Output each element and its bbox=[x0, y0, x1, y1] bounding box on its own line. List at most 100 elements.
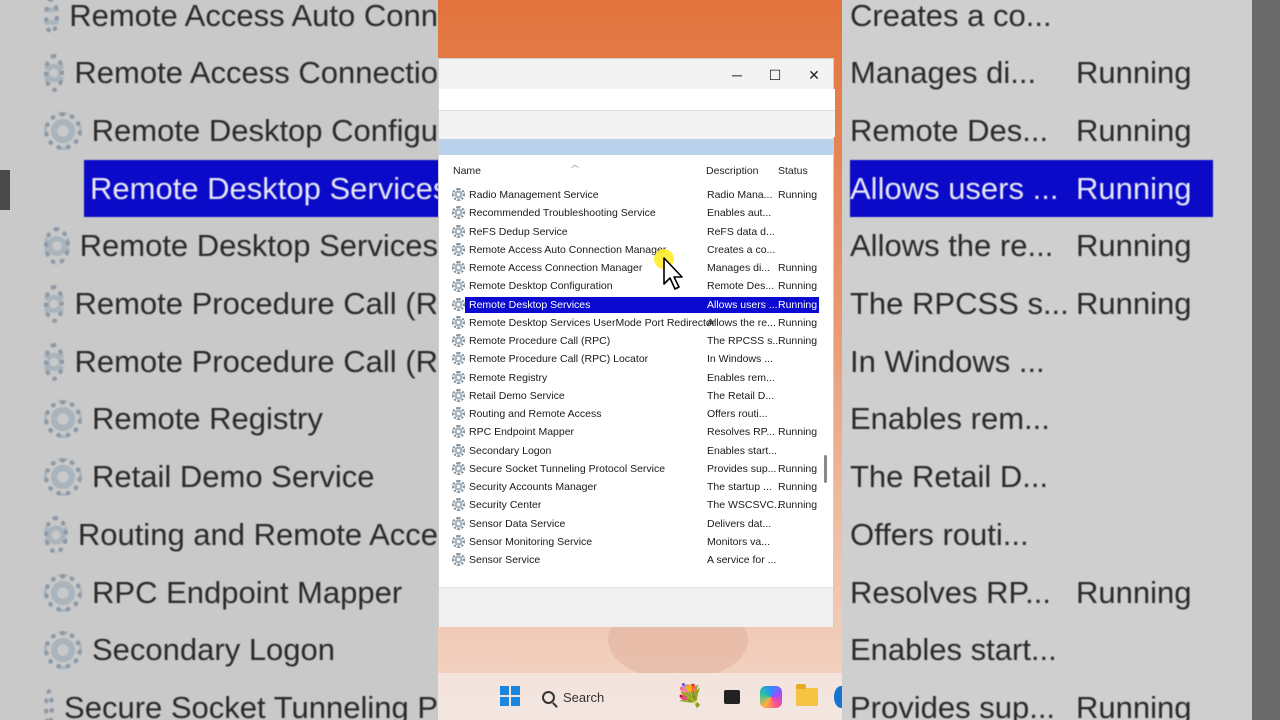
service-row[interactable]: Secure Socket Tunneling Protocol Service… bbox=[451, 460, 819, 478]
service-row[interactable]: Secondary Logon Enables start... bbox=[451, 442, 819, 460]
gear-icon bbox=[452, 480, 465, 493]
background-service-row: The RPCSS s... Running bbox=[850, 276, 1213, 333]
mouse-pointer-icon bbox=[663, 257, 683, 290]
file-explorer-icon[interactable] bbox=[796, 684, 818, 706]
background-service-row: Allows the re... Running bbox=[850, 218, 1213, 275]
title-bar[interactable]: ─ ☐ ✕ bbox=[439, 59, 833, 89]
service-description: Creates a co... bbox=[707, 243, 776, 256]
desktop-strip: ─ ☐ ✕ ︿ Name Description Status Radio Ma… bbox=[438, 0, 842, 720]
service-row[interactable]: Sensor Service A service for ... bbox=[451, 551, 819, 569]
minimize-button[interactable]: ─ bbox=[725, 63, 749, 87]
background-status: Running bbox=[1076, 228, 1192, 264]
background-description: Remote Des... bbox=[850, 112, 1049, 148]
service-description: Offers routi... bbox=[707, 408, 768, 420]
service-row[interactable]: Remote Registry Enables rem... bbox=[451, 369, 819, 387]
service-row[interactable]: Remote Desktop Configuration Remote Des..… bbox=[451, 277, 819, 295]
background-description: Allows the re... bbox=[850, 228, 1054, 264]
background-service-row: In Windows ... bbox=[850, 333, 1213, 390]
service-row[interactable]: Retail Demo Service The Retail D... bbox=[451, 387, 819, 405]
background-service-row: Enables start... bbox=[850, 622, 1213, 679]
close-button[interactable]: ✕ bbox=[802, 63, 826, 87]
gear-icon bbox=[452, 407, 465, 420]
gear-icon bbox=[452, 498, 465, 512]
background-service-name: Remote Access Auto Conn bbox=[69, 0, 438, 33]
background-description: Enables rem... bbox=[850, 401, 1050, 437]
gear-icon bbox=[44, 54, 65, 93]
background-service-name: Remote Access Connectio bbox=[74, 55, 438, 91]
gear-icon bbox=[452, 279, 465, 293]
background-description: Provides sup... bbox=[850, 689, 1056, 720]
app-icon[interactable] bbox=[724, 690, 740, 704]
background-status: Running bbox=[1076, 170, 1192, 206]
background-service-row: Creates a co... bbox=[850, 0, 1213, 44]
service-row[interactable]: ReFS Dedup Service ReFS data d... bbox=[451, 223, 819, 241]
gear-icon bbox=[452, 388, 465, 402]
edge-icon[interactable] bbox=[834, 686, 842, 708]
search-icon bbox=[542, 690, 555, 704]
service-row[interactable]: Security Center The WSCSVC... Running bbox=[451, 496, 819, 514]
taskbar-search[interactable]: Search bbox=[538, 683, 658, 711]
service-row[interactable]: Sensor Data Service Delivers dat... bbox=[451, 515, 819, 533]
service-row[interactable]: Remote Desktop Services UserMode Port Re… bbox=[451, 314, 819, 332]
video-frame: Remote Access Auto Conn Remote Access Con… bbox=[0, 0, 1280, 720]
service-status: Running bbox=[778, 499, 818, 512]
windows-start-icon[interactable] bbox=[500, 686, 520, 706]
service-name: Sensor Service bbox=[469, 554, 541, 566]
maximize-button[interactable]: ☐ bbox=[763, 63, 787, 87]
service-name: Radio Management Service bbox=[469, 189, 599, 201]
background-service-row: Remote Desktop Services bbox=[0, 218, 438, 275]
background-service-row: Remote Des... Running bbox=[850, 102, 1213, 159]
gear-icon bbox=[44, 573, 82, 612]
service-description: Allows users ... bbox=[707, 298, 778, 311]
gear-icon bbox=[452, 534, 465, 548]
column-header-status[interactable]: Status bbox=[778, 165, 808, 177]
service-description: Enables aut... bbox=[707, 207, 772, 220]
service-row[interactable]: Radio Management Service Radio Mana... Run… bbox=[451, 186, 819, 204]
service-description: The WSCSVC... bbox=[707, 499, 783, 512]
service-name: Security Accounts Manager bbox=[469, 481, 597, 493]
background-service-name: RPC Endpoint Mapper bbox=[92, 574, 403, 610]
service-name: Secure Socket Tunneling Protocol Service bbox=[469, 462, 666, 475]
gear-icon bbox=[452, 297, 465, 311]
service-row[interactable]: RPC Endpoint Mapper Resolves RP... Running bbox=[451, 423, 819, 441]
background-status: Running bbox=[1076, 574, 1192, 610]
menu-bar[interactable] bbox=[439, 89, 835, 111]
service-name: Remote Desktop Services bbox=[469, 298, 591, 311]
service-name: Recommended Troubleshooting Service bbox=[469, 207, 656, 220]
service-row[interactable]: Recommended Troubleshooting Service Enabl… bbox=[451, 204, 819, 222]
gear-icon bbox=[44, 458, 82, 497]
service-row[interactable]: Remote Procedure Call (RPC) Locator In Wi… bbox=[451, 350, 819, 368]
service-row[interactable]: Routing and Remote Access Offers routi... bbox=[451, 405, 819, 423]
service-name: Remote Desktop Configuration bbox=[469, 280, 613, 293]
gear-icon bbox=[452, 443, 465, 457]
gear-icon bbox=[452, 188, 465, 201]
service-row[interactable]: Remote Procedure Call (RPC) The RPCSS s..… bbox=[451, 332, 819, 350]
service-row[interactable]: Security Accounts Manager The startup ...… bbox=[451, 478, 819, 496]
background-edge bbox=[0, 170, 10, 210]
gear-icon bbox=[452, 315, 465, 329]
flowers-widget-icon[interactable]: 💐 bbox=[676, 683, 703, 709]
column-header-description[interactable]: Description bbox=[706, 165, 759, 177]
service-name: ReFS Dedup Service bbox=[469, 225, 568, 238]
vertical-scrollbar-thumb[interactable] bbox=[824, 455, 827, 483]
service-name: Retail Demo Service bbox=[469, 389, 565, 402]
column-header-name[interactable]: Name bbox=[453, 165, 481, 177]
service-row[interactable]: Remote Access Connection Manager Manages … bbox=[451, 259, 819, 277]
service-status: Running bbox=[778, 262, 818, 274]
gear-icon bbox=[44, 515, 68, 554]
service-status: Running bbox=[778, 335, 818, 347]
background-service-row: Remote Access Auto Conn bbox=[0, 0, 438, 44]
services-list[interactable]: ︿ Name Description Status Radio Manageme… bbox=[439, 155, 833, 587]
copilot-icon[interactable] bbox=[760, 686, 782, 708]
service-row[interactable]: Remote Desktop Services Allows users ... R… bbox=[451, 296, 819, 314]
service-row[interactable]: Sensor Monitoring Service Monitors va... bbox=[451, 533, 819, 551]
service-name: Sensor Data Service bbox=[469, 517, 566, 530]
background-service-row: Remote Registry bbox=[0, 391, 438, 448]
background-service-name: Routing and Remote Acce bbox=[77, 516, 438, 552]
gear-icon bbox=[452, 206, 465, 220]
background-service-row: Retail Demo Service bbox=[0, 449, 438, 506]
gear-icon bbox=[452, 224, 465, 238]
background-description: The RPCSS s... bbox=[850, 286, 1069, 321]
service-description: Allows the re... bbox=[707, 316, 776, 329]
service-row[interactable]: Remote Access Auto Connection Manager Cre… bbox=[451, 241, 819, 259]
